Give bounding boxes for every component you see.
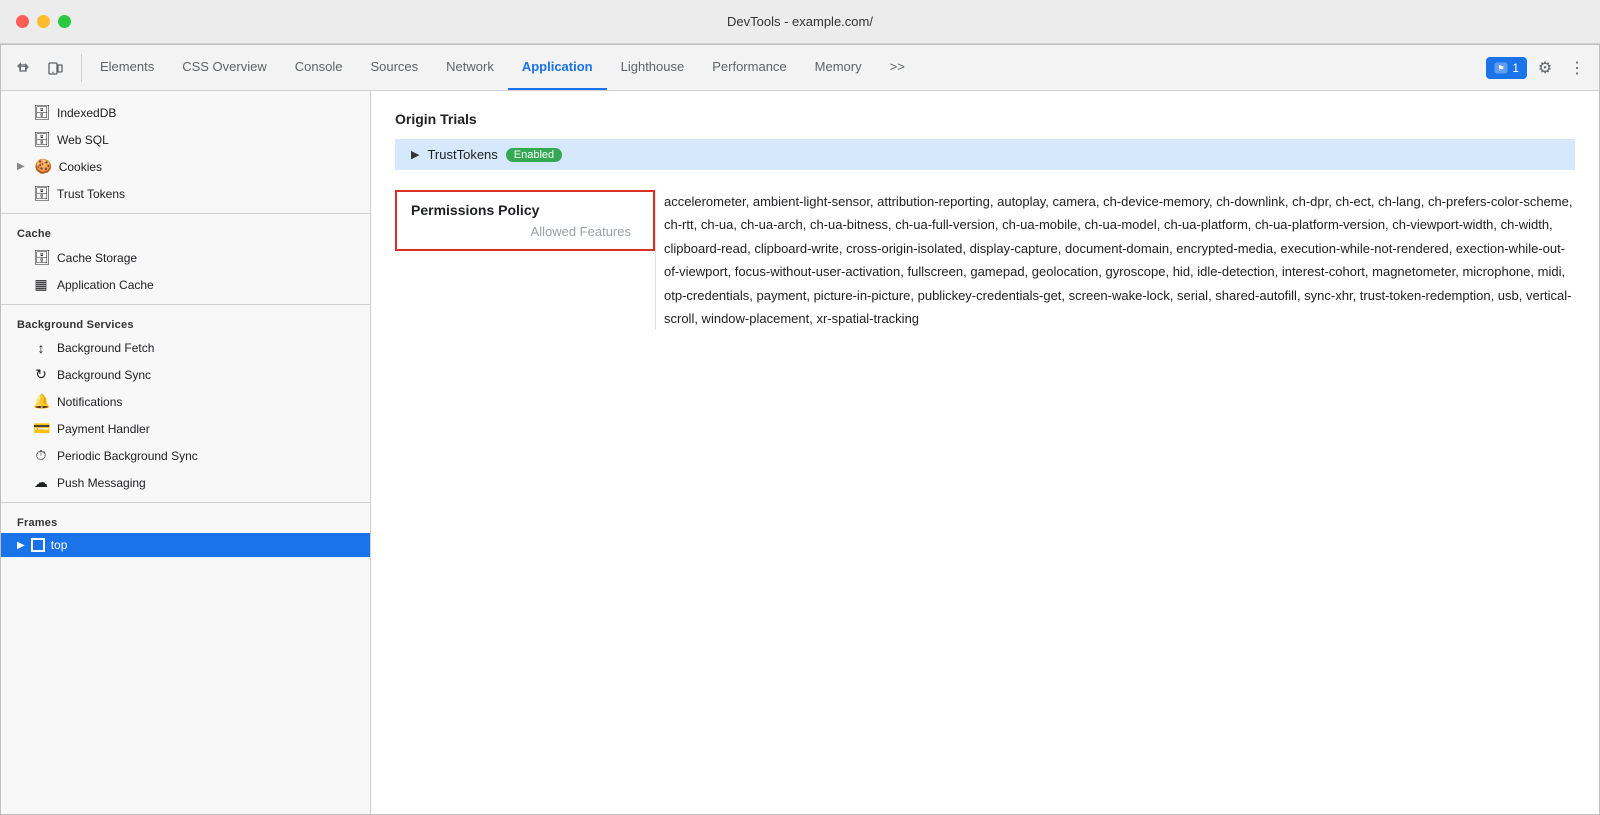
clock-icon: ⏱ [33, 447, 49, 464]
sidebar-item-label: Cookies [59, 160, 102, 174]
sidebar-item-notifications[interactable]: 🔔 Notifications [1, 388, 370, 415]
cookie-icon: 🍪 [35, 158, 51, 175]
settings-icon[interactable]: ⚙ [1531, 54, 1559, 82]
grid-icon: ▦ [33, 276, 49, 293]
sidebar-item-trust-tokens[interactable]: 🗄 Trust Tokens [1, 180, 370, 207]
sidebar-item-bg-sync[interactable]: ↻ Background Sync [1, 361, 370, 388]
sidebar-item-cookies[interactable]: ▶ 🍪 Cookies [1, 153, 370, 180]
device-toolbar-icon[interactable] [41, 54, 69, 82]
tab-css-overview[interactable]: CSS Overview [168, 45, 281, 90]
arrow-icon: ▶ [17, 540, 25, 551]
expand-arrow-icon: ▶ [411, 148, 419, 161]
titlebar: DevTools - example.com/ [0, 0, 1600, 44]
permissions-grid: Permissions Policy Allowed Features acce… [395, 190, 1575, 330]
enabled-badge: Enabled [506, 148, 562, 162]
allowed-features-label: Allowed Features [411, 224, 639, 239]
bell-icon: 🔔 [33, 393, 49, 410]
sidebar-section-bg-services: Background Services [1, 311, 370, 335]
sidebar-item-label: Periodic Background Sync [57, 449, 198, 463]
issues-badge-button[interactable]: ⚑ 1 [1486, 57, 1527, 79]
sidebar-item-label: Notifications [57, 395, 122, 409]
sidebar-item-payment-handler[interactable]: 💳 Payment Handler [1, 415, 370, 442]
database-icon: 🗄 [33, 185, 49, 202]
sidebar-item-label: Application Cache [57, 278, 154, 292]
toolbar-icon-group [9, 54, 82, 82]
sidebar-item-push-messaging[interactable]: ☁ Push Messaging [1, 469, 370, 496]
tab-network[interactable]: Network [432, 45, 508, 90]
tab-elements[interactable]: Elements [86, 45, 168, 90]
sidebar-item-label: Trust Tokens [57, 187, 125, 201]
sidebar-item-periodic-bg-sync[interactable]: ⏱ Periodic Background Sync [1, 442, 370, 469]
sidebar-item-label: Cache Storage [57, 251, 137, 265]
sidebar-section-cache: Cache [1, 220, 370, 244]
frame-icon [31, 538, 45, 552]
svg-text:⚑: ⚑ [1498, 64, 1505, 73]
sidebar-item-label: IndexedDB [57, 106, 116, 120]
cloud-icon: ☁ [33, 474, 49, 491]
tab-lighthouse[interactable]: Lighthouse [607, 45, 699, 90]
minimize-button[interactable] [37, 15, 50, 28]
sidebar-item-label: Push Messaging [57, 476, 146, 490]
close-button[interactable] [16, 15, 29, 28]
tab-more[interactable]: >> [876, 45, 919, 90]
tab-performance[interactable]: Performance [698, 45, 800, 90]
devtools-window: Elements CSS Overview Console Sources Ne… [0, 44, 1600, 815]
sidebar: 🗄 IndexedDB 🗄 Web SQL ▶ 🍪 Cookies 🗄 Trus… [1, 91, 371, 814]
sidebar-item-top-frame[interactable]: ▶ top [1, 533, 370, 557]
allowed-features-values: accelerometer, ambient-light-sensor, att… [655, 190, 1575, 330]
toolbar-right-actions: ⚑ 1 ⚙ ⋮ [1486, 54, 1591, 82]
permissions-policy-box: Permissions Policy Allowed Features [395, 190, 655, 251]
sidebar-divider-3 [1, 502, 370, 503]
sidebar-item-label: Background Sync [57, 368, 151, 382]
fetch-icon: ↕ [33, 340, 49, 356]
maximize-button[interactable] [58, 15, 71, 28]
sidebar-item-label: Web SQL [57, 133, 109, 147]
permissions-policy-section: Permissions Policy Allowed Features acce… [395, 190, 1575, 330]
sidebar-section-frames: Frames [1, 509, 370, 533]
tabs-container: Elements CSS Overview Console Sources Ne… [86, 45, 1486, 90]
sidebar-item-cache-storage[interactable]: 🗄 Cache Storage [1, 244, 370, 271]
tab-memory[interactable]: Memory [801, 45, 876, 90]
sidebar-item-label: Payment Handler [57, 422, 150, 436]
sidebar-item-label: top [51, 538, 68, 552]
window-controls [16, 15, 71, 28]
arrow-icon: ▶ [17, 161, 25, 172]
database-icon: 🗄 [33, 131, 49, 148]
main-content: 🗄 IndexedDB 🗄 Web SQL ▶ 🍪 Cookies 🗄 Trus… [1, 91, 1599, 814]
origin-trials-title: Origin Trials [395, 111, 1575, 127]
sidebar-item-app-cache[interactable]: ▦ Application Cache [1, 271, 370, 298]
permissions-label-column: Permissions Policy Allowed Features [395, 190, 655, 330]
sidebar-divider [1, 213, 370, 214]
sync-icon: ↻ [33, 366, 49, 383]
trust-tokens-row[interactable]: ▶ TrustTokens Enabled [395, 139, 1575, 170]
sidebar-divider-2 [1, 304, 370, 305]
permissions-policy-heading: Permissions Policy [411, 202, 639, 218]
database-icon: 🗄 [33, 249, 49, 266]
sidebar-item-bg-fetch[interactable]: ↕ Background Fetch [1, 335, 370, 361]
content-panel: Origin Trials ▶ TrustTokens Enabled Perm… [371, 91, 1599, 814]
tab-console[interactable]: Console [281, 45, 357, 90]
payment-icon: 💳 [33, 420, 49, 437]
more-options-icon[interactable]: ⋮ [1563, 54, 1591, 82]
sidebar-item-label: Background Fetch [57, 341, 154, 355]
sidebar-item-indexeddb[interactable]: 🗄 IndexedDB [1, 99, 370, 126]
tab-application[interactable]: Application [508, 45, 607, 90]
database-icon: 🗄 [33, 104, 49, 121]
inspect-element-icon[interactable] [9, 54, 37, 82]
devtools-toolbar: Elements CSS Overview Console Sources Ne… [1, 45, 1599, 91]
tab-sources[interactable]: Sources [356, 45, 432, 90]
window-title: DevTools - example.com/ [727, 14, 873, 29]
issues-count: 1 [1512, 61, 1519, 75]
trust-token-name: TrustTokens [427, 147, 497, 162]
sidebar-item-websql[interactable]: 🗄 Web SQL [1, 126, 370, 153]
